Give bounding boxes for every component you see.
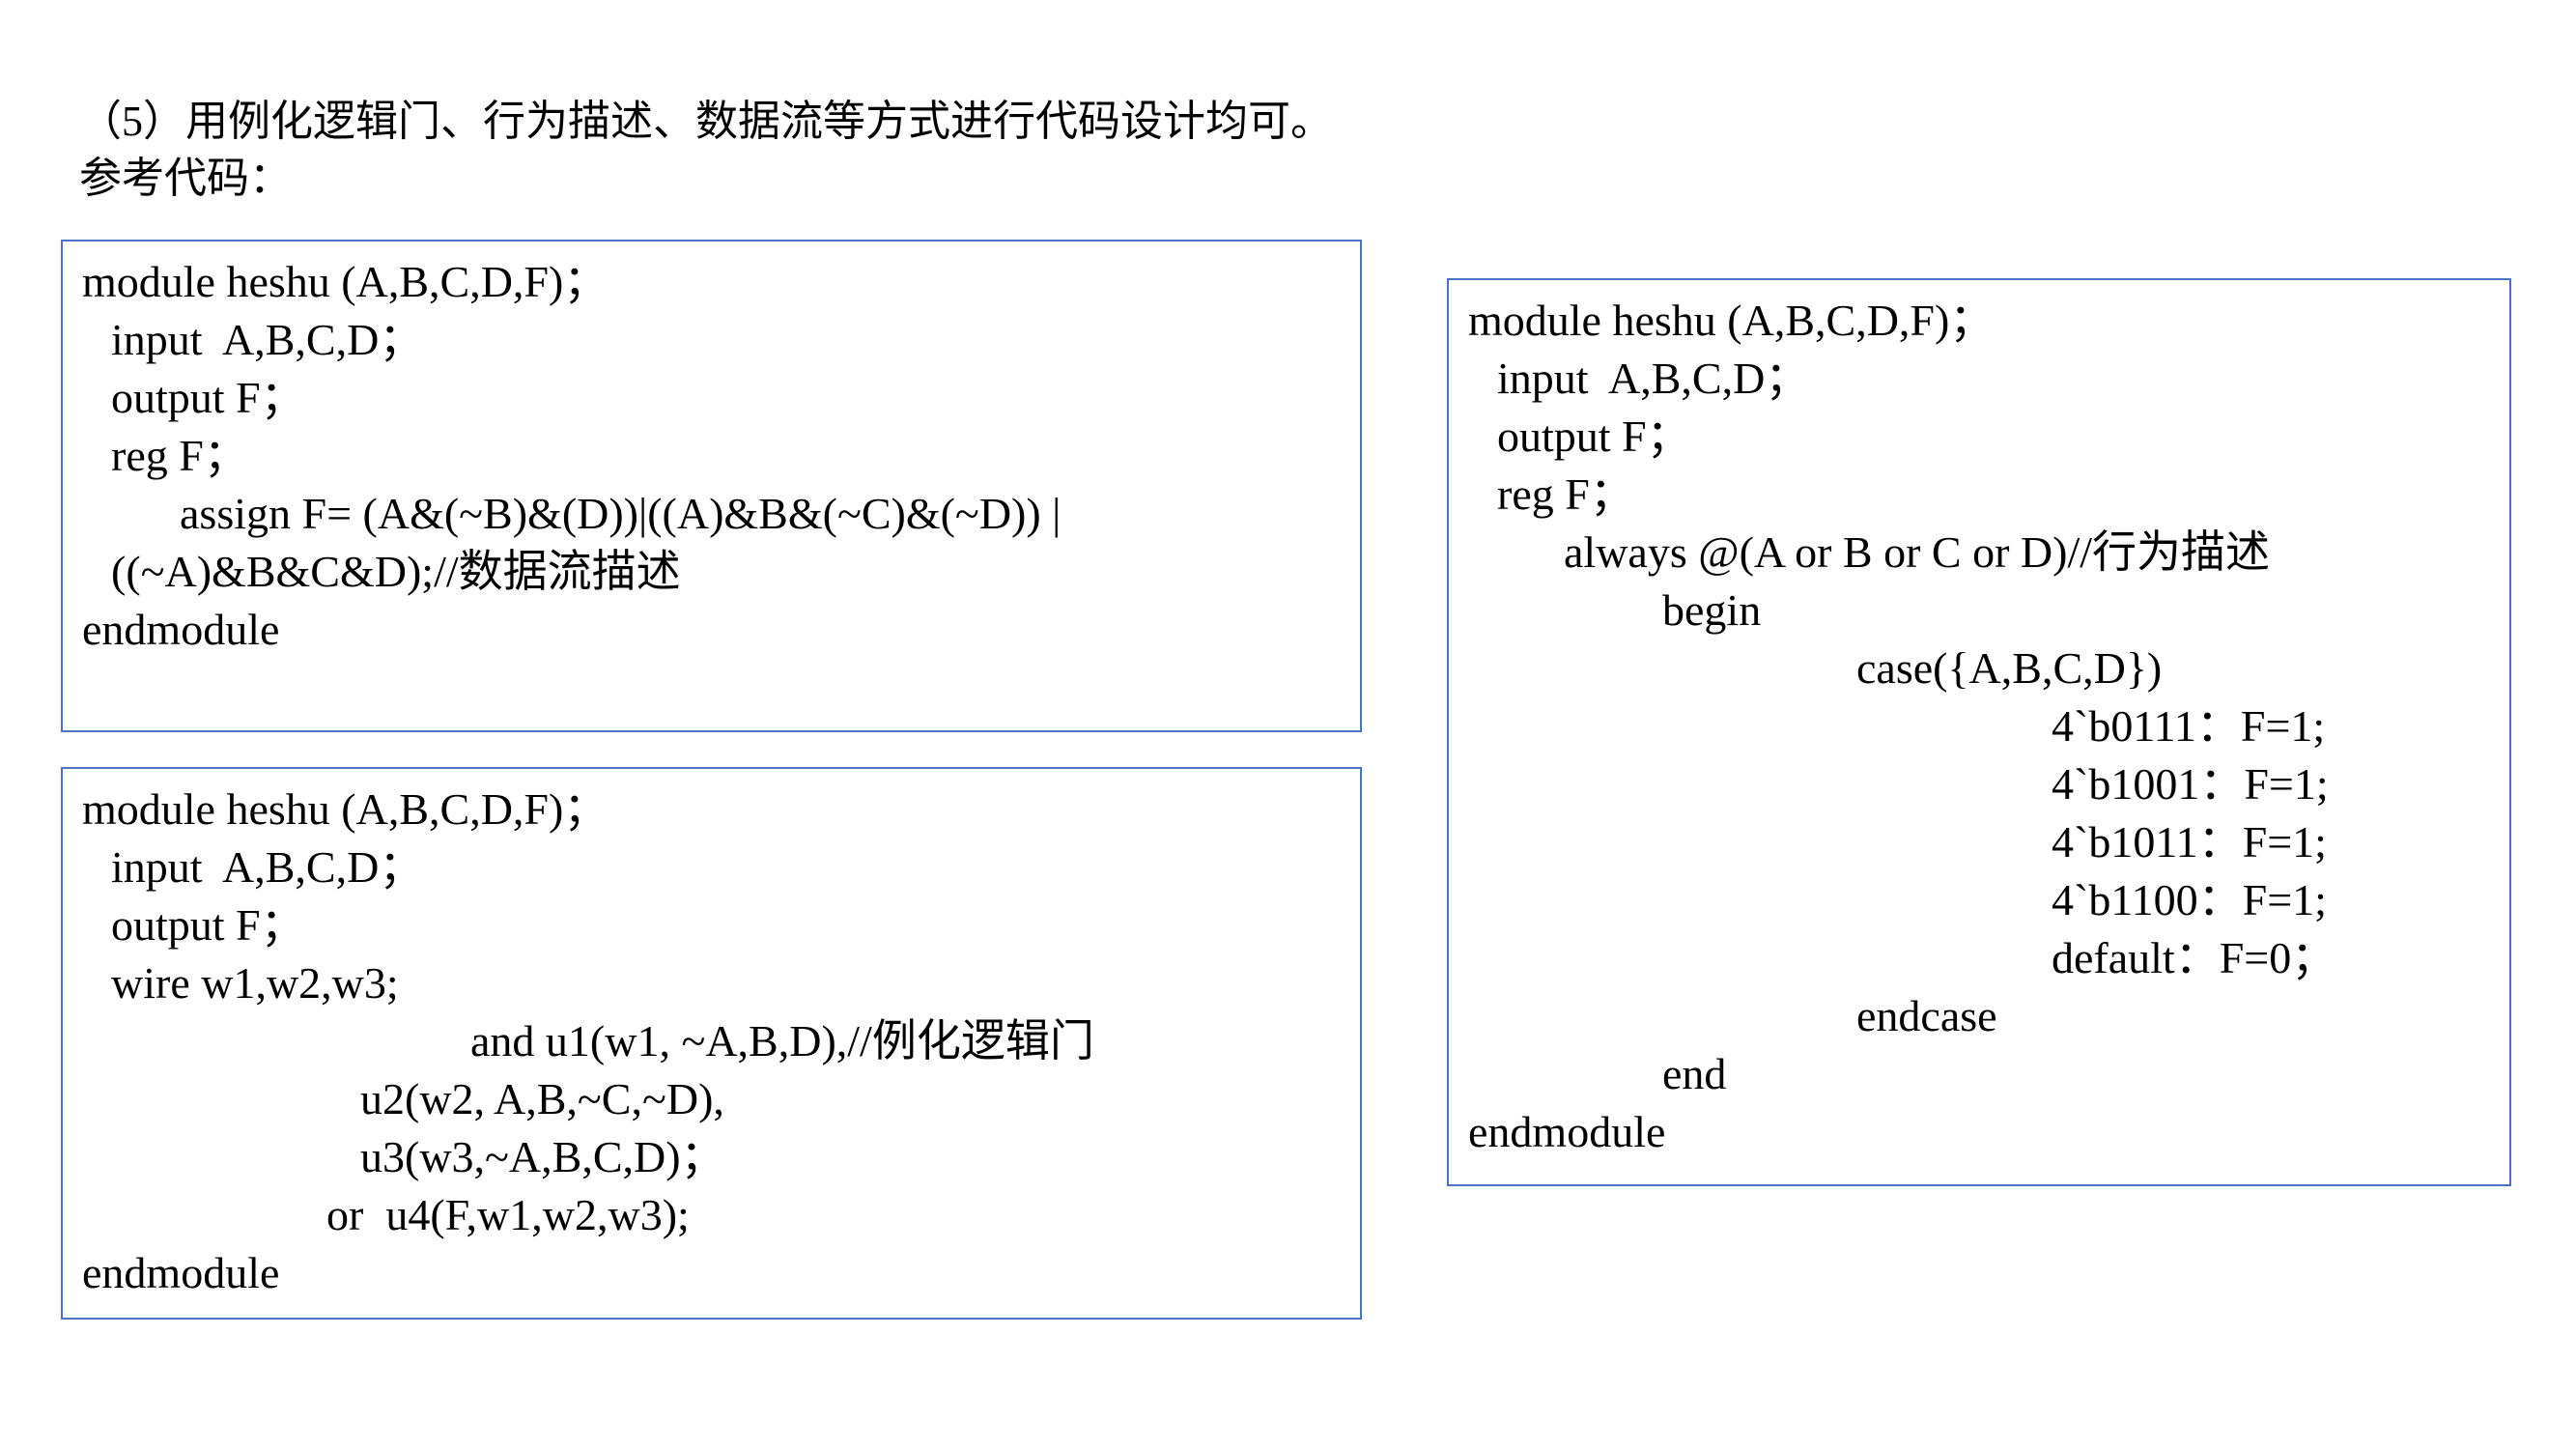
code-line: endcase <box>1856 991 1997 1040</box>
dataflow-code-box: module heshu (A,B,C,D,F)； input A,B,C,D；… <box>61 240 1362 732</box>
code-line: module heshu (A,B,C,D,F)； <box>82 257 609 306</box>
code-line: and u1(w1, ~A,B,D),//例化逻辑门 <box>470 1016 1094 1065</box>
code-line: input A,B,C,D； <box>1497 354 1810 403</box>
code-line: 4`b1001：F=1; <box>2052 759 2329 809</box>
code-line: input A,B,C,D； <box>111 842 424 892</box>
code-line: end <box>1662 1049 1727 1098</box>
code-line: u3(w3,~A,B,C,D)； <box>360 1132 725 1181</box>
code-line: input A,B,C,D； <box>111 315 424 364</box>
code-line: module heshu (A,B,C,D,F)； <box>1468 296 1995 345</box>
code-line: output F； <box>1497 412 1691 461</box>
code-line: reg F； <box>1497 469 1634 519</box>
code-line: 4`b1100：F=1; <box>2052 875 2327 924</box>
code-line: ((~A)&B&C&D);//数据流描述 <box>111 547 681 596</box>
code-line: 4`b1011：F=1; <box>2052 817 2327 867</box>
code-line: case({A,B,C,D}) <box>1856 643 2163 693</box>
code-line: module heshu (A,B,C,D,F)； <box>82 784 609 834</box>
behavioral-code-box: module heshu (A,B,C,D,F)； input A,B,C,D；… <box>1447 278 2511 1186</box>
code-line: output F； <box>111 373 305 422</box>
code-line: u2(w2, A,B,~C,~D), <box>360 1074 724 1123</box>
gate-instance-code-box: module heshu (A,B,C,D,F)； input A,B,C,D；… <box>61 767 1362 1320</box>
reference-code-label: 参考代码： <box>79 155 292 202</box>
code-line: endmodule <box>1468 1107 1666 1156</box>
code-line: always @(A or B or C or D)//行为描述 <box>1564 527 2271 577</box>
code-line: 4`b0111：F=1; <box>2052 701 2326 751</box>
slide-heading: （5）用例化逻辑门、行为描述、数据流等方式进行代码设计均可。 <box>79 98 1333 145</box>
code-line: endmodule <box>82 605 280 654</box>
code-line: endmodule <box>82 1248 280 1297</box>
code-line: or u4(F,w1,w2,w3); <box>326 1190 690 1239</box>
code-line: output F； <box>111 900 305 950</box>
code-line: default：F=0； <box>2052 933 2336 982</box>
code-line: begin <box>1662 585 1762 635</box>
code-line: reg F； <box>111 431 248 480</box>
code-line: assign F= (A&(~B)&(D))|((A)&B&(~C)&(~D))… <box>180 489 1062 538</box>
code-line: wire w1,w2,w3; <box>111 958 399 1008</box>
